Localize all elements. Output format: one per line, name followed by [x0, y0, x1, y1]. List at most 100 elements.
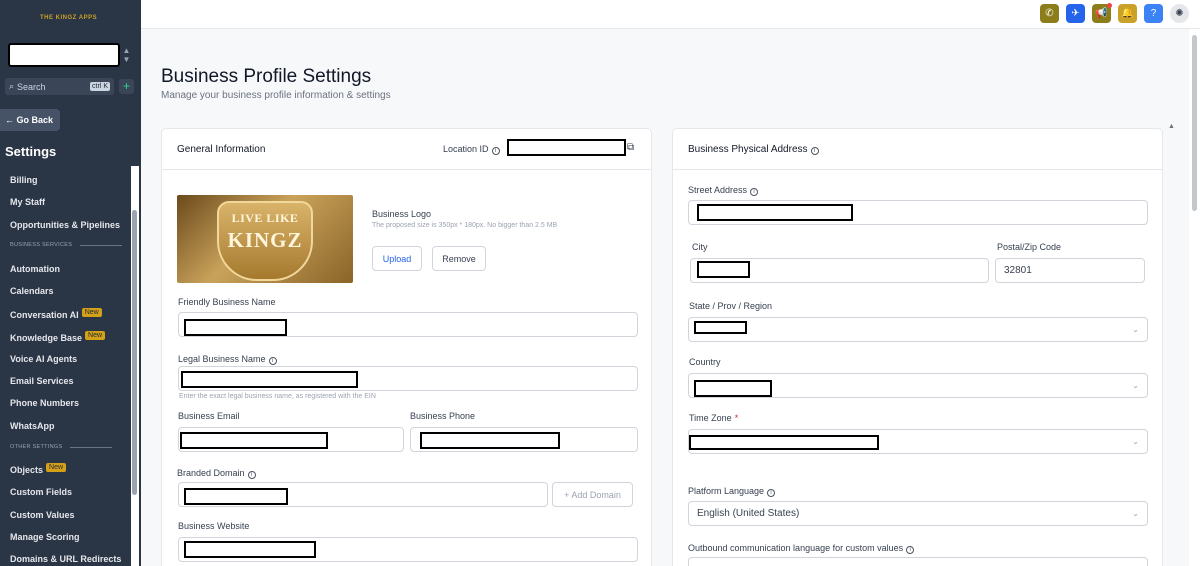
timezone-label: Time Zone * [689, 413, 739, 423]
sidebar-item-phone-numbers[interactable]: Phone Numbers [10, 398, 79, 408]
business-logo-image: LIVE LIKE KINGZ [177, 195, 353, 283]
legal-name-value [181, 371, 358, 388]
sidebar-item-conversation-ai[interactable]: Conversation AI New [10, 308, 102, 320]
sidebar-item-email-services[interactable]: Email Services [10, 376, 74, 386]
info-icon[interactable]: i [767, 489, 776, 497]
legal-name-hint: Enter the exact legal business name, as … [179, 393, 376, 400]
sidebar-scrollbar-thumb[interactable] [132, 210, 137, 495]
sidebar-item-domains[interactable]: Domains & URL Redirects [10, 554, 121, 564]
logo-text-main: KINGZ [227, 228, 303, 252]
friendly-name-label: Friendly Business Name [178, 297, 276, 307]
info-icon[interactable]: i [750, 188, 759, 196]
search-label: Search [17, 81, 46, 92]
location-id-label: Location ID i [443, 144, 500, 155]
city-value [697, 261, 750, 278]
business-address-card: Business Physical Address i Street Addres… [672, 128, 1163, 566]
upload-button[interactable]: Upload [372, 246, 422, 271]
business-website-value [184, 541, 316, 558]
sidebar-item-voice-ai-agents[interactable]: Voice AI Agents [10, 354, 77, 364]
sidebar: THE KINGZ APPS ▲ ▼ ⌕ Search ctrl K + ← Go… [0, 0, 141, 566]
chevron-down-icon: ⌄ [1132, 325, 1139, 334]
sidebar-item-automation[interactable]: Automation [10, 264, 60, 274]
zip-label: Postal/Zip Code [997, 242, 1062, 252]
brand-logo[interactable]: THE KINGZ APPS [40, 15, 97, 21]
quick-add-button[interactable]: + [119, 79, 134, 94]
sidebar-item-knowledge-base[interactable]: Knowledge Base New [10, 331, 106, 343]
platform-language-label: Platform Language i [688, 486, 776, 497]
outbound-language-select[interactable] [688, 557, 1148, 566]
info-icon[interactable]: i [268, 357, 277, 365]
branded-domain-label: Branded Domain i [177, 468, 256, 479]
help-icon[interactable]: ? [1144, 4, 1163, 23]
page-subtitle: Manage your business profile information… [161, 90, 391, 101]
chevron-down-icon: ⌄ [1132, 437, 1139, 446]
go-back-button[interactable]: ← Go Back [0, 109, 60, 131]
info-icon[interactable]: i [491, 147, 500, 155]
search-bar[interactable]: ⌕ Search ctrl K [5, 78, 114, 95]
sidebar-item-custom-fields[interactable]: Custom Fields [10, 487, 72, 497]
general-information-card: General Information Location ID i ⧉ LIVE … [161, 128, 652, 566]
settings-title: Settings [5, 144, 57, 159]
branded-domain-value [184, 488, 288, 505]
friendly-name-value [184, 319, 287, 336]
main-scrollbar-thumb[interactable] [1192, 35, 1197, 211]
copy-icon[interactable]: ⧉ [627, 142, 634, 153]
card-header: Business Physical Address i [673, 129, 1162, 170]
user-avatar[interactable]: ✺ [1170, 4, 1189, 23]
card-title: Business Physical Address i [688, 144, 819, 155]
nav-section-business-services: BUSINESS SERVICES [10, 242, 123, 248]
logo-text-top: LIVE LIKE [231, 211, 299, 225]
business-email-label: Business Email [178, 411, 240, 421]
sidebar-item-manage-scoring[interactable]: Manage Scoring [10, 532, 80, 542]
business-phone-value [420, 432, 560, 449]
location-switcher[interactable] [8, 43, 120, 67]
bell-icon[interactable]: 🔔 [1118, 4, 1137, 23]
new-badge: New [46, 463, 67, 472]
new-badge: New [81, 308, 102, 317]
notification-dot [1107, 3, 1112, 8]
street-address-label: Street Address i [688, 185, 759, 196]
sidebar-item-custom-values[interactable]: Custom Values [10, 510, 75, 520]
search-shortcut: ctrl K [90, 82, 110, 91]
main-scrollbar[interactable] [1189, 29, 1200, 566]
business-email-value [180, 432, 328, 449]
chevron-down-icon: ⌄ [1132, 509, 1139, 518]
page-title: Business Profile Settings [161, 66, 372, 87]
state-select[interactable]: ⌄ [688, 317, 1148, 342]
remove-button[interactable]: Remove [432, 246, 486, 271]
phone-icon[interactable]: ✆ [1040, 4, 1059, 23]
outbound-language-label: Outbound communication language for cust… [688, 543, 915, 554]
location-id-value [507, 139, 626, 156]
sidebar-item-whatsapp[interactable]: WhatsApp [10, 421, 55, 431]
sidebar-item-calendars[interactable]: Calendars [10, 286, 54, 296]
card-header: General Information Location ID i ⧉ [162, 129, 651, 170]
top-bar: ✆ ✈ 📢 🔔 ? ✺ [141, 0, 1200, 29]
platform-language-value: English (United States) [697, 508, 800, 519]
business-logo-hint: The proposed size is 350px * 180px. No b… [372, 222, 558, 229]
info-icon[interactable]: i [247, 471, 256, 479]
state-value [694, 321, 747, 334]
info-icon[interactable]: i [810, 147, 819, 155]
zip-input[interactable]: 32801 [995, 258, 1145, 283]
megaphone-icon[interactable]: 📢 [1092, 3, 1112, 23]
zip-value: 32801 [1004, 265, 1032, 276]
state-label: State / Prov / Region [689, 301, 773, 311]
info-icon[interactable]: i [906, 546, 915, 554]
add-domain-button[interactable]: + Add Domain [552, 482, 633, 507]
scroll-up-arrow-icon[interactable]: ▲ [1168, 123, 1175, 130]
country-value [694, 380, 772, 397]
business-phone-label: Business Phone [410, 411, 476, 421]
sidebar-item-my-staff[interactable]: My Staff [10, 197, 45, 207]
location-switcher-chevron-icon[interactable]: ▲ ▼ [121, 46, 132, 64]
platform-language-select[interactable]: English (United States) ⌄ [688, 501, 1148, 526]
nav-section-other-settings: OTHER SETTINGS [10, 444, 113, 450]
sidebar-item-billing[interactable]: Billing [10, 175, 38, 185]
legal-name-label: Legal Business Name i [178, 354, 277, 365]
city-label: City [692, 242, 708, 252]
sidebar-scrollbar[interactable] [131, 166, 139, 566]
street-address-value [697, 204, 853, 221]
sidebar-item-objects[interactable]: Objects New [10, 463, 67, 475]
timezone-value [689, 435, 879, 450]
rocket-icon[interactable]: ✈ [1066, 4, 1085, 23]
sidebar-item-opportunities[interactable]: Opportunities & Pipelines [10, 220, 120, 230]
